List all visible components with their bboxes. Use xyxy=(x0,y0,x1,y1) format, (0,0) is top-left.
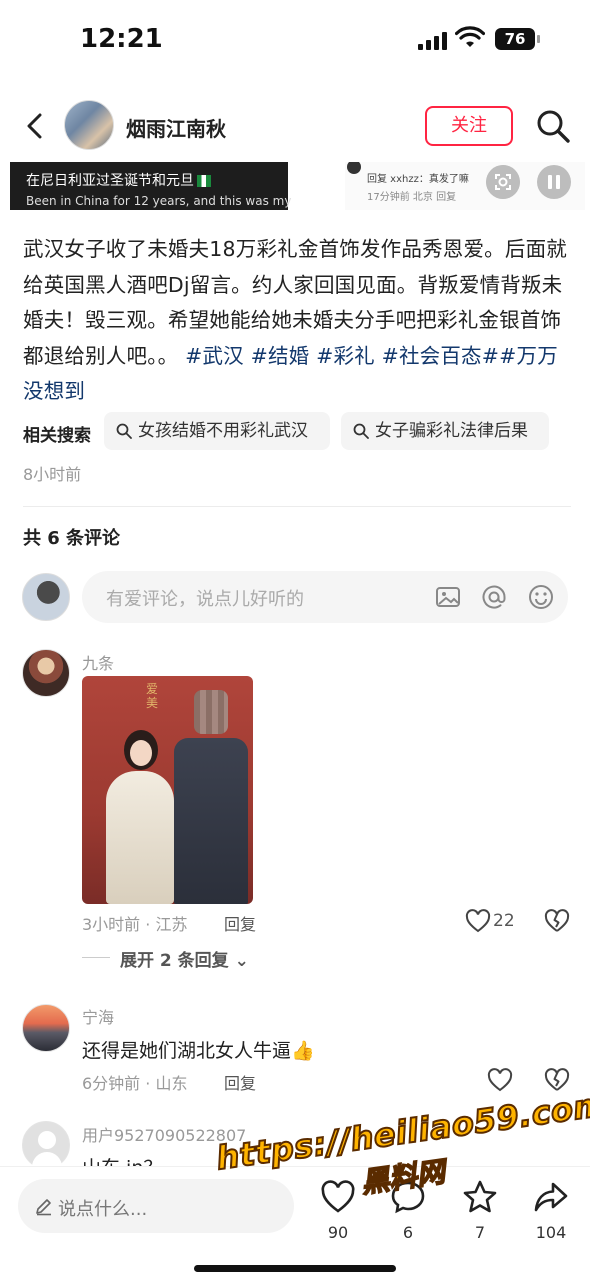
status-time: 12:21 xyxy=(80,24,163,54)
chevron-down-icon: ⌄ xyxy=(234,951,249,971)
photo-bride-dress xyxy=(106,771,174,904)
media-video-frame: 在尼日利亚过圣诞节和元旦 Been in China for 12 years,… xyxy=(10,162,291,210)
related-search-label: 相关搜索 xyxy=(23,426,91,446)
image-icon[interactable] xyxy=(434,583,462,611)
comment-avatar[interactable] xyxy=(22,1121,70,1169)
media-caption-cn: 在尼日利亚过圣诞节和元旦 xyxy=(26,170,211,190)
comment-image[interactable]: 爱美 xyxy=(82,676,253,904)
bottom-action-bar: 说点什么... 90 6 7 104 xyxy=(0,1166,590,1280)
share-icon xyxy=(534,1182,568,1212)
media-caption-en: Been in China for 12 years, and this was… xyxy=(26,194,292,208)
related-search-chip[interactable]: 女子骗彩礼法律后果 xyxy=(341,412,549,450)
nigeria-flag-icon xyxy=(197,175,211,187)
post-timestamp: 8小时前 xyxy=(23,465,82,484)
snippet-avatar xyxy=(347,162,361,174)
comment-button[interactable]: 6 xyxy=(383,1179,433,1249)
comment-avatar[interactable] xyxy=(22,1004,70,1052)
star-count: 7 xyxy=(474,1223,486,1242)
comment-author[interactable]: 九条 xyxy=(82,650,114,674)
author-name[interactable]: 烟雨江南秋 xyxy=(126,113,226,142)
like-button[interactable]: 90 xyxy=(313,1179,363,1249)
mention-icon[interactable] xyxy=(480,583,508,611)
my-avatar[interactable] xyxy=(22,573,70,621)
snippet-reply: 回复 xxhzz：真发了嘛 xyxy=(367,174,469,185)
hashtag[interactable]: #彩礼 xyxy=(316,344,375,368)
photo-bride-face xyxy=(130,740,152,766)
star-icon xyxy=(463,1180,497,1213)
pen-icon xyxy=(36,1199,51,1216)
comment-count: 6 xyxy=(402,1223,414,1242)
comment-icon xyxy=(391,1181,425,1214)
reply-button[interactable]: 回复 xyxy=(224,1070,256,1094)
pause-icon[interactable] xyxy=(537,165,571,199)
like-count: 22 xyxy=(493,911,515,931)
wifi-icon xyxy=(455,26,485,47)
related-search-chip-label: 女子骗彩礼法律后果 xyxy=(375,421,528,441)
like-count: 90 xyxy=(327,1223,349,1242)
reply-button[interactable]: 回复 xyxy=(224,911,256,935)
comment-input-placeholder: 有爱评论，说点儿好听的 xyxy=(106,589,304,610)
comment-text: 还得是她们湖北女人牛逼👍 xyxy=(82,1040,315,1062)
heart-icon[interactable] xyxy=(465,909,491,933)
related-search-chip-label: 女孩结婚不用彩礼武汉 xyxy=(138,421,308,441)
search-icon xyxy=(116,423,132,439)
snippet-meta: 17分钟前 北京 回复 xyxy=(367,192,457,203)
comment-meta: 3小时前 · 江苏 xyxy=(82,915,188,934)
expand-replies-label: 展开 2 条回复 xyxy=(120,951,229,971)
hashtag[interactable]: #结婚 xyxy=(251,344,310,368)
broken-heart-icon[interactable] xyxy=(544,908,570,934)
media-caption-cn-text: 在尼日利亚过圣诞节和元旦 xyxy=(26,173,194,189)
hashtag[interactable]: #社会百态# xyxy=(382,344,500,368)
expand-divider xyxy=(82,957,110,958)
search-icon[interactable] xyxy=(534,107,572,145)
back-icon[interactable] xyxy=(18,108,54,144)
comment-meta: 6分钟前 · 山东 xyxy=(82,1074,188,1093)
scan-icon[interactable] xyxy=(486,165,520,199)
broken-heart-icon[interactable] xyxy=(544,1067,570,1093)
post-header: 烟雨江南秋 关注 xyxy=(0,92,590,160)
post-text: 武汉女子收了未婚夫18万彩礼金首饰发作品秀恩爱。后面就给英国黑人酒吧Dj留言。约… xyxy=(23,232,571,410)
comment-author[interactable]: 用户9527090522807 xyxy=(82,1122,246,1146)
heart-icon[interactable] xyxy=(487,1068,513,1092)
emoji-icon[interactable] xyxy=(527,583,555,611)
search-icon xyxy=(353,423,369,439)
divider xyxy=(23,506,571,507)
star-button[interactable]: 7 xyxy=(455,1179,505,1249)
comment-input[interactable]: 有爱评论，说点儿好听的 xyxy=(82,571,568,623)
bottom-input-placeholder: 说点什么... xyxy=(58,1199,148,1220)
author-avatar[interactable] xyxy=(64,100,114,150)
bottom-comment-input[interactable]: 说点什么... xyxy=(18,1179,294,1233)
comment-avatar[interactable] xyxy=(22,649,70,697)
related-search: 相关搜索 女孩结婚不用彩礼武汉 女子骗彩礼法律后果 xyxy=(23,412,583,450)
comment-author[interactable]: 宁海 xyxy=(82,1004,114,1028)
share-count: 104 xyxy=(535,1223,567,1242)
hashtag[interactable]: #武汉 xyxy=(185,344,244,368)
photo-blurred-face xyxy=(194,690,228,734)
share-button[interactable]: 104 xyxy=(526,1179,576,1249)
heart-icon xyxy=(321,1180,355,1213)
status-bar: 12:21 76 xyxy=(0,0,590,80)
home-indicator[interactable] xyxy=(194,1265,396,1272)
follow-button[interactable]: 关注 xyxy=(425,106,513,146)
related-search-chip[interactable]: 女孩结婚不用彩礼武汉 xyxy=(104,412,330,450)
battery-indicator: 76 xyxy=(495,28,540,50)
expand-replies-button[interactable]: 展开 2 条回复 ⌄ xyxy=(120,946,249,971)
comments-count: 共 6 条评论 xyxy=(23,528,121,549)
photo-groom xyxy=(174,738,248,904)
signal-icon xyxy=(418,30,448,50)
watermark-url: https://heiliao59.com xyxy=(213,1084,590,1178)
